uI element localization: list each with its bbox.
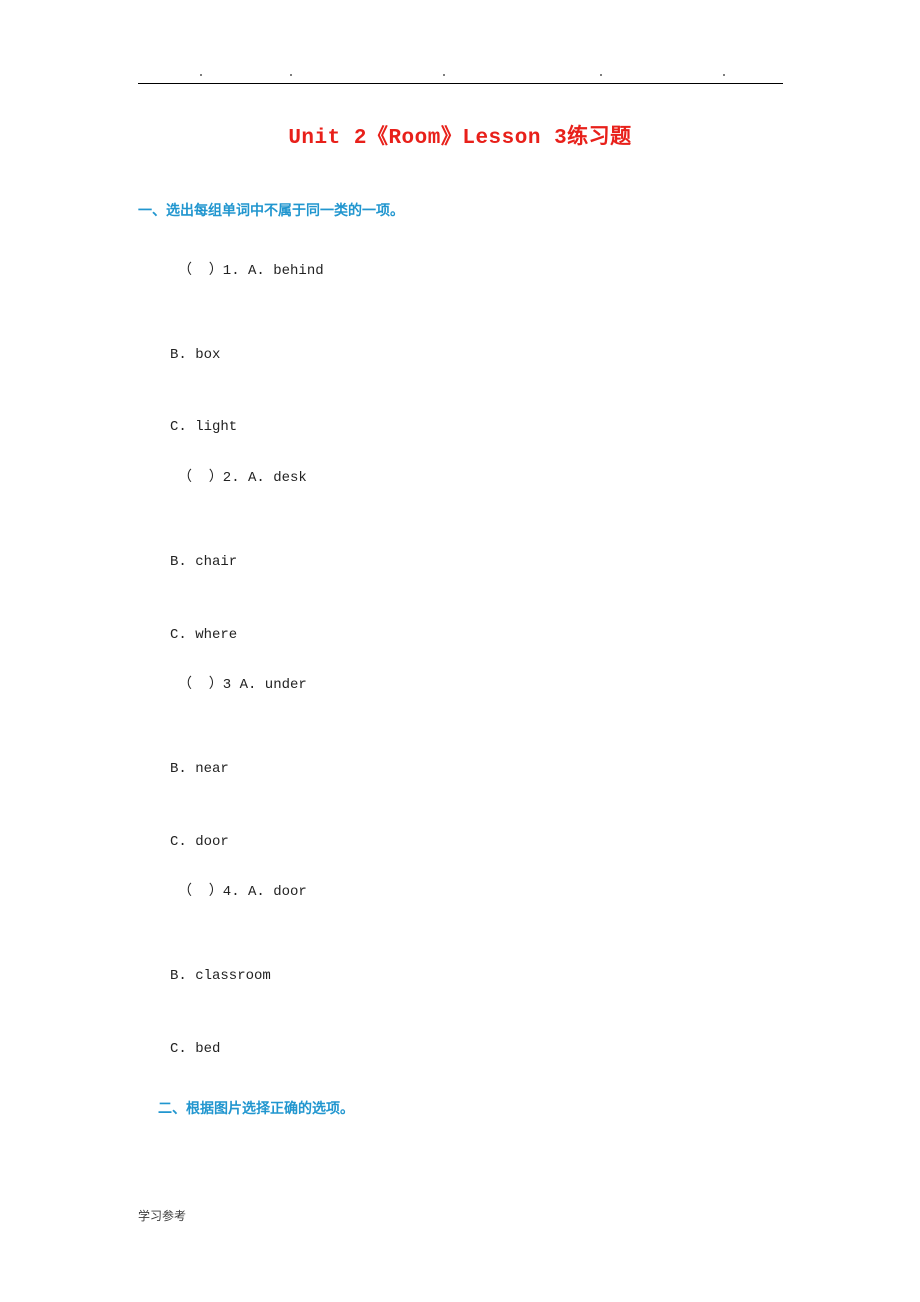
page-footer: 学习参考 [138,1209,187,1223]
question-option: B. near [170,761,229,777]
question-option: C. door [170,834,229,850]
section-heading-1: 一、选出每组单词中不属于同一类的一项。 [138,203,404,219]
header-rule-tick [200,74,202,76]
question-option: C. bed [170,1041,221,1057]
question-option: （ ）2. A. desk [178,470,307,486]
question-option: B. chair [170,554,238,570]
header-rule-line [138,83,783,84]
header-rule [138,62,783,84]
question-option: （ ）1. A. behind [178,263,324,279]
question-option: C. light [170,419,238,435]
question-option: B. classroom [170,968,271,984]
document-page: Unit 2《Room》Lesson 3练习题 一、选出每组单词中不属于同一类的… [0,0,920,1302]
question-option: C. where [170,627,238,643]
header-rule-tick [443,74,445,76]
section-heading-2: 二、根据图片选择正确的选项。 [158,1101,354,1117]
question-option: （ ）4. A. door [178,884,307,900]
page-title: Unit 2《Room》Lesson 3练习题 [288,127,632,150]
question-option: （ ）3 A. under [178,677,307,693]
header-rule-tick [600,74,602,76]
question-option: B. box [170,347,221,363]
header-rule-tick [290,74,292,76]
header-rule-tick [723,74,725,76]
